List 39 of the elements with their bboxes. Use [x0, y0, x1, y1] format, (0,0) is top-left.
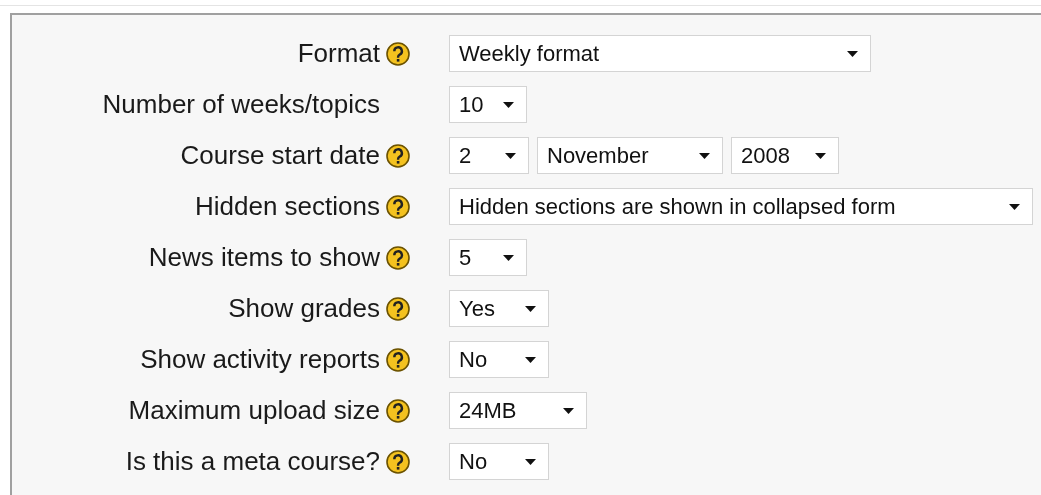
help-icon[interactable]	[386, 296, 410, 321]
dropdown[interactable]: No	[449, 341, 549, 378]
dropdown[interactable]: 5	[449, 239, 527, 276]
caret-icon	[815, 152, 826, 159]
caret-icon	[699, 152, 710, 159]
caret-icon	[503, 254, 514, 261]
caret-icon	[563, 407, 574, 414]
field-label: Show activity reports	[140, 344, 380, 375]
dropdown[interactable]: 2	[449, 137, 529, 174]
caret-icon	[1009, 203, 1020, 210]
help-icon[interactable]	[386, 143, 410, 168]
help-icon[interactable]	[386, 41, 410, 66]
caret-icon	[505, 152, 516, 159]
field-label: Is this a meta course?	[125, 446, 380, 477]
help-icon[interactable]	[386, 347, 410, 372]
help-icon[interactable]	[386, 194, 410, 219]
dropdown[interactable]: 2008	[731, 137, 839, 174]
dropdown[interactable]: No	[449, 443, 549, 480]
dropdown[interactable]: 10	[449, 86, 527, 123]
dropdown[interactable]: Yes	[449, 290, 549, 327]
caret-icon	[525, 356, 536, 363]
dropdown[interactable]: Hidden sections are shown in collapsed form	[449, 188, 1033, 225]
dropdown[interactable]: 24MB	[449, 392, 587, 429]
field-label: Show grades	[228, 293, 380, 324]
help-icon[interactable]	[386, 245, 410, 270]
caret-icon	[525, 305, 536, 312]
field-label: News items to show	[148, 242, 380, 273]
field-label: Number of weeks/topics	[102, 89, 380, 120]
caret-icon	[525, 458, 536, 465]
caret-icon	[503, 101, 514, 108]
help-icon[interactable]	[386, 449, 410, 474]
field-label: Hidden sections	[195, 191, 380, 222]
dropdown[interactable]: November	[537, 137, 723, 174]
help-icon[interactable]	[386, 398, 410, 423]
field-label: Maximum upload size	[128, 395, 380, 426]
dropdown[interactable]: Weekly format	[449, 35, 871, 72]
field-label: Format	[297, 38, 380, 69]
caret-icon	[847, 50, 858, 57]
field-label: Course start date	[180, 140, 380, 171]
